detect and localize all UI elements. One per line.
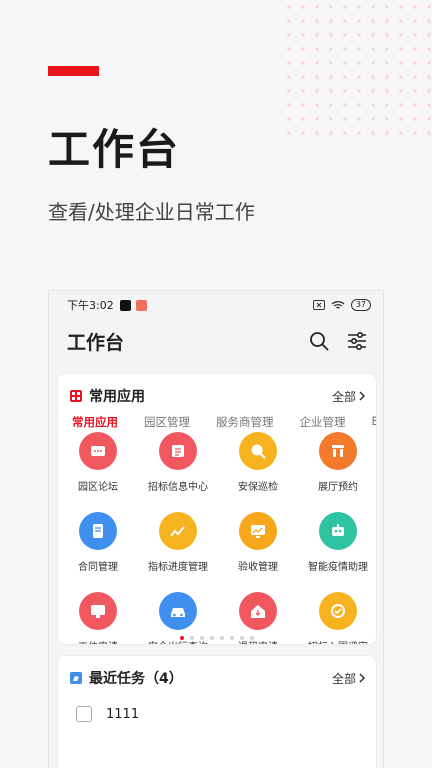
sliders-icon xyxy=(348,331,366,351)
page-dot xyxy=(240,636,244,640)
hero-title: 工作台 xyxy=(48,125,181,174)
page-dot xyxy=(210,636,214,640)
car-icon xyxy=(159,592,197,630)
house-icon xyxy=(239,592,277,630)
app-item-3[interactable]: 展厅预约 xyxy=(298,432,376,500)
tab-2[interactable]: 服务商管理 xyxy=(216,414,274,430)
app-item-2[interactable]: 安保巡检 xyxy=(218,432,298,500)
recent-tasks-title: 最近任务（4） xyxy=(89,671,183,687)
app-header: 工作台 xyxy=(49,319,383,363)
badge-icon xyxy=(319,592,357,630)
tiktok-icon xyxy=(119,299,131,311)
bid-icon xyxy=(159,432,197,470)
app-item-0[interactable]: 园区论坛 xyxy=(58,432,138,500)
app-item-1[interactable]: 招标信息中心 xyxy=(138,432,218,500)
app-category-tabs: 常用应用 园区管理 服务商管理 企业管理 E xyxy=(58,406,376,430)
contract-icon xyxy=(79,512,117,550)
battery-indicator: 37 xyxy=(350,299,371,311)
task-checkbox[interactable] xyxy=(76,706,92,722)
chart-icon xyxy=(159,512,197,550)
status-bar: 下午3:02 37 xyxy=(49,291,383,319)
app-item-5[interactable]: 指标进度管理 xyxy=(138,512,218,580)
recent-tasks-all-link[interactable]: 全部 xyxy=(332,670,366,687)
sim-x-icon xyxy=(312,300,325,310)
dot-pattern xyxy=(282,0,432,140)
tab-4[interactable]: E xyxy=(372,414,377,430)
app-label: 展厅预约 xyxy=(318,482,358,493)
common-apps-card: 常用应用 全部 常用应用园区管理服务商管理企业管理E 园区论坛招标信息中心安保巡… xyxy=(57,373,377,645)
app-label: 智能疫情助理 xyxy=(308,562,368,573)
app-label: 招标信息中心 xyxy=(148,482,208,493)
page-dot xyxy=(180,636,184,640)
status-time: 下午3:02 xyxy=(67,299,114,312)
page-dot xyxy=(230,636,234,640)
page-dot xyxy=(190,636,194,640)
filter-button[interactable] xyxy=(345,329,369,353)
chevron-right-icon xyxy=(359,673,366,683)
app-item-6[interactable]: 验收管理 xyxy=(218,512,298,580)
search-button[interactable] xyxy=(307,329,331,353)
chat-icon xyxy=(79,432,117,470)
robot-icon xyxy=(319,512,357,550)
task-item[interactable]: 1111 xyxy=(58,688,376,722)
page-title: 工作台 xyxy=(67,331,125,354)
page-indicator xyxy=(58,636,376,640)
task-label: 1111 xyxy=(106,706,140,722)
search-icon xyxy=(310,332,329,351)
tab-1[interactable]: 园区管理 xyxy=(144,414,190,430)
tab-3[interactable]: 企业管理 xyxy=(300,414,346,430)
page-dot xyxy=(200,636,204,640)
security-patrol-icon xyxy=(239,432,277,470)
common-apps-title: 常用应用 xyxy=(89,389,145,405)
page-dot xyxy=(250,636,254,640)
phone-screen: 下午3:02 37 工作台 常用应用 全部 常用应用 园区管理 服务商管理 企业… xyxy=(48,290,384,768)
hero-subtitle: 查看/处理企业日常工作 xyxy=(48,200,255,224)
app-item-4[interactable]: 合同管理 xyxy=(58,512,138,580)
grid-icon xyxy=(70,390,82,402)
app-item-7[interactable]: 智能疫情助理 xyxy=(298,512,376,580)
monitor-icon xyxy=(239,512,277,550)
all-label: 全部 xyxy=(331,671,356,686)
recent-tasks-card: 最近任务（4） 全部 1111 xyxy=(57,655,377,768)
hall-icon xyxy=(319,432,357,470)
desktop-icon xyxy=(79,592,117,630)
tab-0[interactable]: 常用应用 xyxy=(72,414,118,430)
app-label: 合同管理 xyxy=(78,562,118,573)
task-icon xyxy=(70,672,82,684)
page-dot xyxy=(220,636,224,640)
accent-bar xyxy=(48,66,99,76)
app-grid: 园区论坛招标信息中心安保巡检展厅预约合同管理指标进度管理验收管理智能疫情助理工位… xyxy=(58,432,376,644)
app-label: 指标进度管理 xyxy=(148,562,208,573)
chevron-right-icon xyxy=(359,391,366,401)
app-label: 安保巡检 xyxy=(238,482,278,493)
app-label: 园区论坛 xyxy=(78,482,118,493)
common-apps-all-link[interactable]: 全部 xyxy=(332,388,366,405)
app-label: 验收管理 xyxy=(238,562,278,573)
notification-icon xyxy=(135,299,147,311)
all-label: 全部 xyxy=(331,389,356,404)
wifi-icon xyxy=(331,301,345,309)
